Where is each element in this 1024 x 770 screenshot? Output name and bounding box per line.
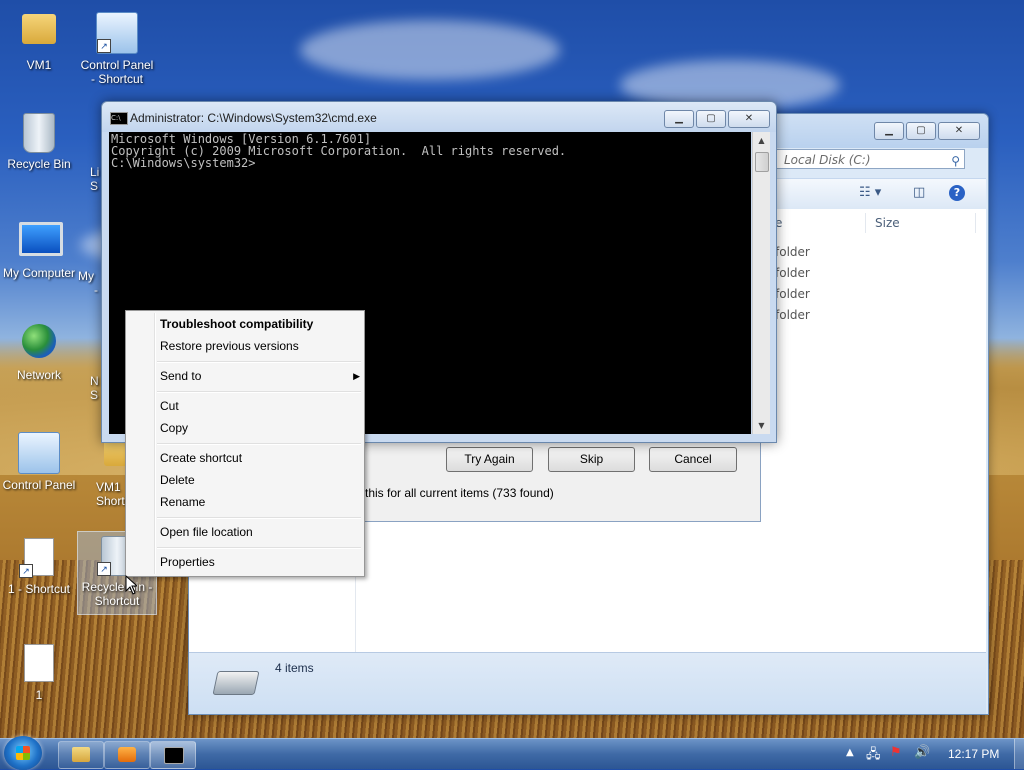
menu-item-create-shortcut[interactable]: Create shortcut [160,448,242,468]
desktop-icon-my-computer[interactable]: My Computer [0,218,78,280]
desktop-icon-control-panel-shortcut[interactable]: ↗ Control Panel - Shortcut [78,12,156,86]
scroll-up-arrow-icon[interactable]: ▲ [753,132,770,149]
preview-pane-icon[interactable]: ◫ [913,185,925,200]
computer-icon [19,222,63,262]
desktop-icon-label: My Computer [2,266,76,280]
desktop-icon-label: Control Panel [2,478,76,492]
try-again-button[interactable]: Try Again [446,447,533,472]
document-icon: ↗ [19,538,59,578]
menu-item-restore-previous-versions[interactable]: Restore previous versions [160,336,299,356]
windows-logo-icon [16,746,30,760]
apply-to-all-checkbox-label[interactable]: this for all current items (733 found) [365,486,554,500]
view-options-icon[interactable]: ☷ ▾ [859,185,881,200]
network-globe-icon [19,324,59,364]
start-button[interactable] [4,736,42,770]
menu-item-cut[interactable]: Cut [160,396,179,416]
file-type-cell[interactable]: folder [775,287,810,301]
explorer-icon [72,747,90,762]
desktop-icon-label: Recycle Bin [7,157,71,171]
desktop-icon-vm1[interactable]: VM1 [0,8,78,72]
folder-user-icon [19,14,59,54]
menu-item-label: Send to [160,369,202,383]
desktop-icon-partial-label: VM1 Shortc [96,480,131,508]
drive-icon [212,671,260,695]
desktop-icon-label: 1 [35,688,43,702]
action-center-alert-icon[interactable]: ⚑ [890,745,902,760]
explorer-details-pane: 4 items [189,652,986,714]
desktop-icon-control-panel[interactable]: Control Panel [0,432,78,492]
minimize-button[interactable]: ▁ [874,122,904,140]
item-count: 4 items [275,661,314,675]
desktop-icon-label: Recycle Bin - Shortcut [81,580,153,608]
desktop-icon-label: VM1 [26,58,52,72]
file-operation-dialog: Try Again Skip Cancel this for all curre… [355,436,761,522]
menu-item-properties[interactable]: Properties [160,552,215,572]
volume-icon[interactable]: 🔊 [914,745,930,760]
explorer-search-input[interactable]: Local Disk (C:) ⚲ [775,149,965,169]
document-icon [19,644,59,684]
console-scrollbar[interactable]: ▲ ▼ [752,132,770,434]
cmd-icon[interactable]: C:\ [110,112,128,125]
menu-item-copy[interactable]: Copy [160,418,188,438]
console-prompt[interactable]: C:\Windows\system32> [111,157,749,169]
desktop-icon-network[interactable]: Network [0,322,78,382]
desktop-icon-recycle-bin[interactable]: Recycle Bin [0,113,78,171]
minimize-button[interactable]: ▁ [664,110,694,128]
file-type-cell[interactable]: folder [775,266,810,280]
cmd-icon [164,747,184,764]
cmd-titlebar[interactable]: C:\ Administrator: C:\Windows\System32\c… [102,102,776,132]
menu-item-send-to[interactable]: Send to ▶ [160,366,360,386]
submenu-arrow-icon: ▶ [353,371,360,381]
shortcut-arrow-icon: ↗ [97,39,111,53]
control-panel-icon [18,432,60,474]
taskbar: ▲ 🖧 ⚑ 🔊 12:17 PM [0,736,1024,770]
column-header-size[interactable]: Size [875,213,900,233]
skip-button[interactable]: Skip [548,447,635,472]
cancel-button[interactable]: Cancel [649,447,737,472]
menu-item-rename[interactable]: Rename [160,492,205,512]
taskbar-explorer-button[interactable] [58,741,104,769]
shortcut-arrow-icon: ↗ [97,562,111,576]
taskbar-cmd-button[interactable] [150,741,196,769]
search-icon[interactable]: ⚲ [951,151,960,171]
close-button[interactable]: ✕ [728,110,770,128]
file-type-cell[interactable]: folder [775,245,810,259]
control-panel-icon: ↗ [96,12,138,54]
desktop-icon-1-shortcut[interactable]: ↗ 1 - Shortcut [0,536,78,596]
file-type-cell[interactable]: folder [775,308,810,322]
desktop-icon-label: 1 - Shortcut [7,582,71,596]
taskbar-media-player-button[interactable] [104,741,150,769]
menu-item-open-file-location[interactable]: Open file location [160,522,253,542]
recycle-bin-icon [19,113,59,153]
taskbar-clock[interactable]: 12:17 PM [948,747,999,761]
scrollbar-thumb[interactable] [755,152,769,172]
scroll-down-arrow-icon[interactable]: ▼ [753,417,770,434]
desktop-icon-label: Network [16,368,61,382]
desktop-icon-label: Control Panel - Shortcut [80,58,154,86]
mouse-cursor-icon [125,575,137,595]
show-hidden-icons-icon[interactable]: ▲ [846,747,854,758]
media-player-icon [118,747,136,762]
network-tray-icon[interactable]: 🖧 [866,745,881,767]
close-button[interactable]: ✕ [938,122,980,140]
show-desktop-button[interactable] [1014,739,1024,769]
menu-item-troubleshoot-compatibility[interactable]: Troubleshoot compatibility [160,314,313,334]
shortcut-arrow-icon: ↗ [19,564,33,578]
maximize-button[interactable]: ▢ [696,110,726,128]
window-title: Administrator: C:\Windows\System32\cmd.e… [130,111,377,125]
maximize-button[interactable]: ▢ [906,122,936,140]
menu-item-delete[interactable]: Delete [160,470,195,490]
desktop-icon-1[interactable]: 1 [0,642,78,702]
help-icon[interactable]: ? [949,185,965,201]
context-menu: Troubleshoot compatibility Restore previ… [125,310,365,577]
